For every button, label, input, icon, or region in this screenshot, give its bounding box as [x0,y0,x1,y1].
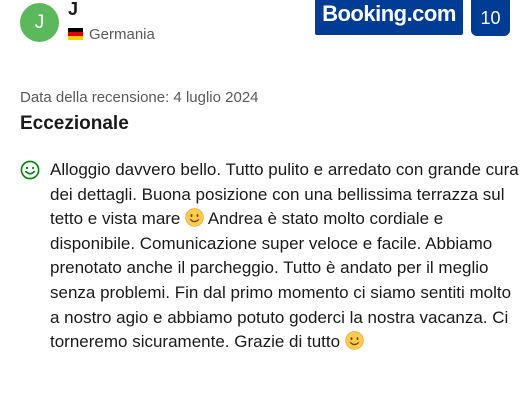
reviewer-country: Germania [68,25,155,43]
review-card: J J Germania Booking.com 10 Data della r… [0,0,530,400]
booking-logo: Booking.com [315,0,463,35]
review-score-badge: 10 [471,0,510,36]
review-date: Data della recensione: 4 luglio 2024 [20,89,259,106]
country-label: Germania [89,25,155,43]
smiling-face-emoji-icon [345,331,364,350]
reviewer-name: J [68,0,79,19]
review-text-part-2: Andrea è stato molto cordiale e disponib… [50,209,512,352]
review-title: Eccezionale [20,113,129,134]
smiling-face-emoji-icon [185,208,204,227]
avatar: J [20,3,59,42]
review-text: Alloggio davvero bello. Tutto pulito e a… [50,158,520,355]
germany-flag-icon [68,28,83,40]
smile-outline-icon [20,160,40,180]
